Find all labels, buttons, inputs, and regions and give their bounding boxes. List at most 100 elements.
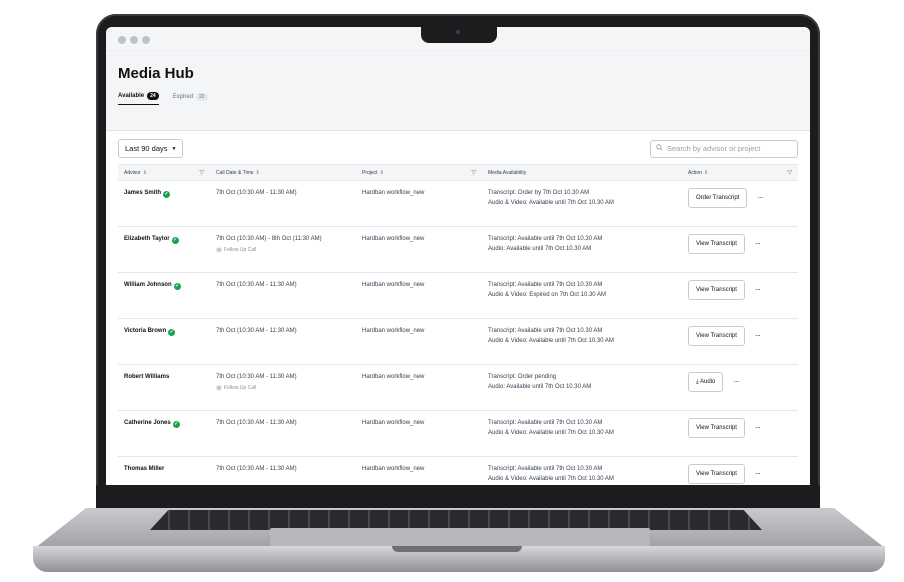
advisor-name: Elizabeth Taylor: [124, 236, 170, 242]
advisor-name: Robert Williams: [124, 374, 170, 380]
table-row[interactable]: James Smith ✓ 7th Oct (10:30 AM - 11:30 AM…: [118, 180, 798, 227]
window-dot-close[interactable]: [118, 36, 126, 44]
action-cell: View Transcript ···: [682, 318, 798, 365]
media-availability-cell: Transcript: Available until 7th Oct 10.3…: [482, 410, 682, 457]
transcript-status: Transcript: Order pending: [488, 374, 557, 380]
action-cell: View Transcript ···: [682, 456, 798, 485]
project-cell: Hardban workflow_new: [356, 364, 482, 411]
more-icon[interactable]: ···: [733, 377, 739, 387]
header-project[interactable]: Project ⇕ ▽: [356, 164, 482, 181]
check-badge-icon: ✓: [172, 421, 180, 428]
project-cell: Hardban workflow_new: [356, 272, 482, 319]
action-cell: View Transcript ···: [682, 226, 798, 273]
audio-video-status: Audio & Video: Available until 7th Oct 1…: [488, 430, 614, 436]
call-date-cell: 7th Oct (10:30 AM - 11:30 AM): [210, 180, 356, 227]
audio-video-status: Audio: Available until 7th Oct 10.30 AM: [488, 246, 592, 252]
advisor-cell: Catherine Jones ✓: [118, 410, 210, 457]
project-name: Hardban workflow_new: [362, 420, 425, 426]
advisor-name: James Smith: [124, 190, 162, 196]
project-name: Hardban workflow_new: [362, 328, 425, 334]
phone-icon: ☏: [216, 385, 222, 391]
call-date-text: 7th Oct (10:30 AM - 11:30 AM): [216, 466, 297, 472]
filter-icon[interactable]: ▽: [787, 169, 792, 176]
audio-video-status: Audio: Available until 7th Oct 10.30 AM: [488, 384, 592, 390]
header-advisor[interactable]: Advisor ⇕ ▽: [118, 164, 210, 181]
tab-label: Available: [118, 93, 145, 99]
tab-available[interactable]: Available 24: [118, 92, 159, 105]
view-transcript-button[interactable]: View Transcript: [688, 234, 745, 254]
sort-icon: ⇕: [379, 169, 384, 176]
table-row[interactable]: Catherine Jones ✓ 7th Oct (10:30 AM - 11:3…: [118, 410, 798, 457]
project-name: Hardban workflow_new: [362, 190, 425, 196]
transcript-status: Transcript: Available until 7th Oct 10.3…: [488, 420, 603, 426]
download-audio-button[interactable]: ⤓ Audio: [688, 372, 724, 392]
more-icon[interactable]: ···: [755, 423, 761, 433]
header-media-availability: Media Availability: [482, 164, 682, 181]
view-transcript-button[interactable]: View Transcript: [688, 326, 745, 346]
laptop-screen: Media Hub Available 24 Expired 22 Last 9…: [106, 27, 810, 485]
project-name: Hardban workflow_new: [362, 374, 425, 380]
more-icon[interactable]: ···: [755, 285, 761, 295]
call-date-cell: 7th Oct (10:30 AM - 11:30 AM): [210, 318, 356, 365]
more-icon[interactable]: ···: [755, 331, 761, 341]
audio-video-status: Audio & Video: Available until 7th Oct 1…: [488, 338, 614, 344]
advisor-name: William Johnson: [124, 282, 172, 288]
project-name: Hardban workflow_new: [362, 236, 425, 242]
audio-video-status: Audio & Video: Available until 7th Oct 1…: [488, 200, 614, 206]
advisor-cell: Thomas Miller: [118, 456, 210, 485]
tab-count-badge: 22: [196, 92, 208, 101]
laptop-bezel: [96, 485, 820, 508]
header-action[interactable]: Action ⇕ ▽: [682, 164, 798, 181]
order-transcript-button[interactable]: Order Transcript: [688, 188, 748, 208]
advisor-cell: James Smith ✓: [118, 180, 210, 227]
sort-icon: ⇕: [703, 169, 709, 176]
filter-icon[interactable]: ▽: [199, 169, 204, 176]
view-transcript-button[interactable]: View Transcript: [688, 464, 745, 484]
advisor-cell: William Johnson ✓: [118, 272, 210, 319]
transcript-status: Transcript: Order by 7th Oct 10.30 AM: [488, 190, 590, 196]
project-name: Hardban workflow_new: [362, 282, 425, 288]
project-cell: Hardban workflow_new: [356, 456, 482, 485]
media-availability-cell: Transcript: Order by 7th Oct 10.30 AM Aud…: [482, 180, 682, 227]
header-call-date[interactable]: Call Date & Time ⇕: [210, 164, 356, 181]
action-cell: View Transcript ···: [682, 272, 798, 319]
check-badge-icon: ✓: [163, 191, 171, 198]
search-input[interactable]: [667, 144, 792, 153]
date-range-dropdown[interactable]: Last 90 days ▼: [118, 139, 184, 158]
filter-icon[interactable]: ▽: [471, 169, 476, 176]
table-row[interactable]: Thomas Miller 7th Oct (10:30 AM - 11:30 A…: [118, 456, 798, 485]
tab-expired[interactable]: Expired 22: [173, 92, 208, 105]
table-row[interactable]: Elizabeth Taylor ✓ 7th Oct (10:30 AM) - 8t…: [118, 226, 798, 273]
chevron-down-icon: ▼: [171, 145, 177, 152]
media-availability-cell: Transcript: Available until 7th Oct 10.3…: [482, 226, 682, 273]
table-row[interactable]: William Johnson ✓ 7th Oct (10:30 AM - 11:3…: [118, 272, 798, 319]
media-availability-cell: Transcript: Available until 7th Oct 10.3…: [482, 456, 682, 485]
table-header-row: Advisor ⇕ ▽ Call Date & Time ⇕ Project ⇕ ▽ Me…: [118, 164, 798, 181]
media-availability-cell: Transcript: Available until 7th Oct 10.3…: [482, 272, 682, 319]
audio-video-status: Audio & Video: Expired on 7th Oct 10.30 …: [488, 292, 606, 298]
sort-icon: ⇕: [255, 169, 260, 176]
search-box[interactable]: [650, 139, 798, 158]
more-icon[interactable]: ···: [755, 239, 761, 249]
follow-up-tag: ☏ Follow Up Call: [216, 383, 350, 393]
view-transcript-button[interactable]: View Transcript: [688, 280, 745, 300]
more-icon[interactable]: ···: [755, 469, 761, 479]
window-dot-minimize[interactable]: [130, 36, 138, 44]
table-row[interactable]: Victoria Brown ✓ 7th Oct (10:30 AM - 11:30…: [118, 318, 798, 365]
call-date-cell: 7th Oct (10:30 AM - 11:30 AM) ☏ Follow Up …: [210, 364, 356, 411]
project-cell: Hardban workflow_new: [356, 226, 482, 273]
media-availability-cell: Transcript: Available until 7th Oct 10.3…: [482, 318, 682, 365]
advisor-cell: Victoria Brown ✓: [118, 318, 210, 365]
more-icon[interactable]: ···: [757, 193, 763, 203]
page-title: Media Hub: [118, 65, 194, 82]
action-cell: View Transcript ···: [682, 410, 798, 457]
action-cell: Order Transcript ···: [682, 180, 798, 227]
table-row[interactable]: Robert Williams 7th Oct (10:30 AM - 11:30…: [118, 364, 798, 411]
window-dot-maximize[interactable]: [142, 36, 150, 44]
phone-icon: ☏: [216, 247, 222, 253]
project-cell: Hardban workflow_new: [356, 318, 482, 365]
transcript-status: Transcript: Available until 7th Oct 10.3…: [488, 328, 603, 334]
toolbar: Last 90 days ▼: [106, 131, 810, 164]
view-transcript-button[interactable]: View Transcript: [688, 418, 745, 438]
action-cell: ⤓ Audio ···: [682, 364, 798, 411]
